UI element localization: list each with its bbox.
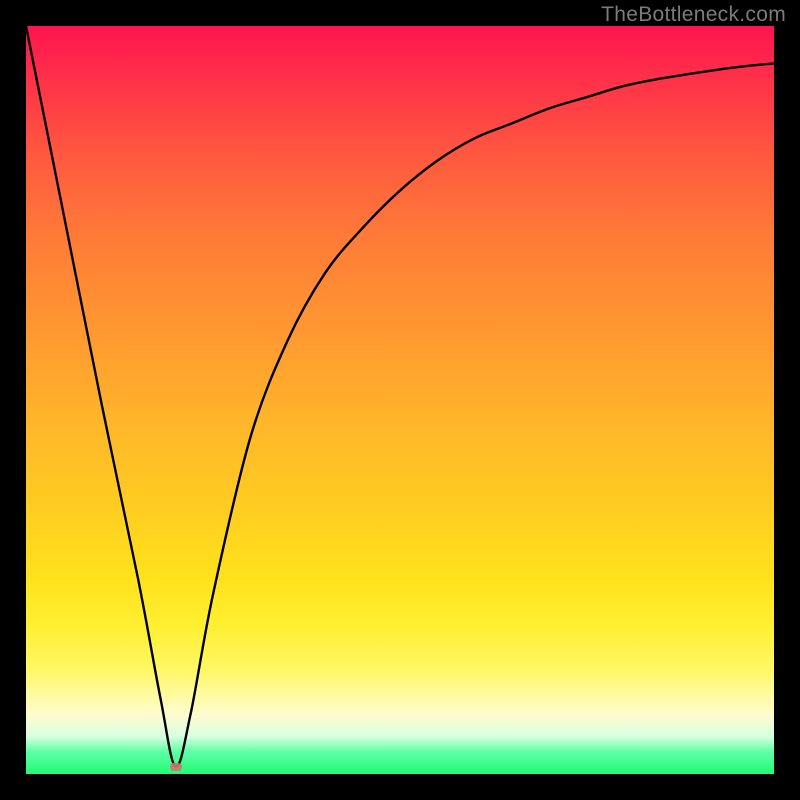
plot-area <box>26 26 774 774</box>
minimum-marker <box>170 763 182 771</box>
bottleneck-curve <box>26 26 774 767</box>
curve-svg <box>26 26 774 774</box>
chart-frame: TheBottleneck.com <box>0 0 800 800</box>
watermark-text: TheBottleneck.com <box>601 3 786 27</box>
